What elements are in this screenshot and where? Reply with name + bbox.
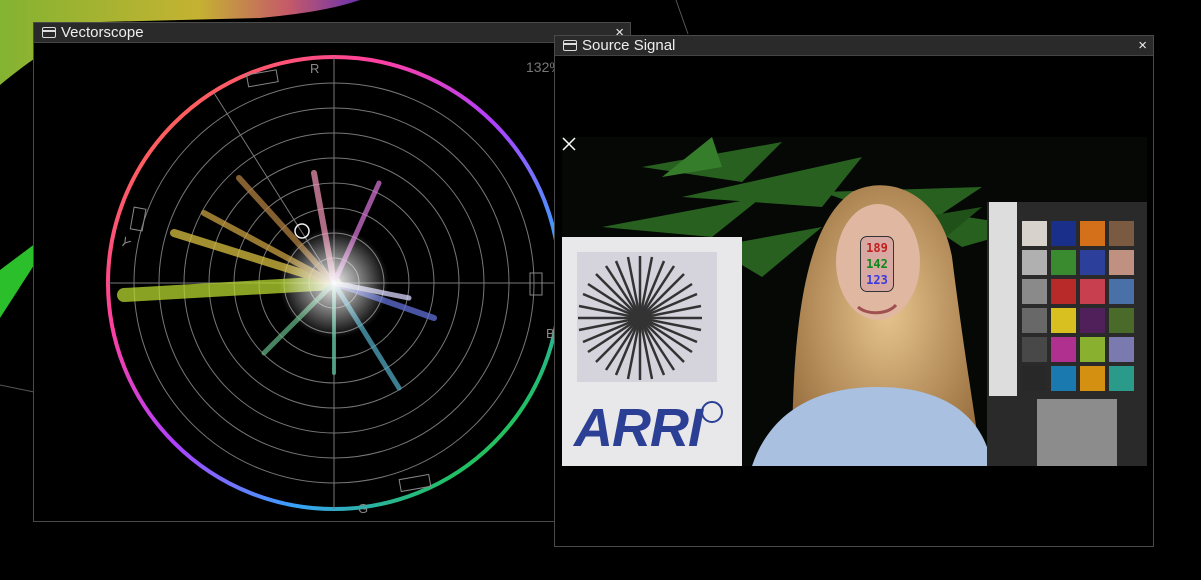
crosshair-icon[interactable]	[562, 137, 576, 151]
vectorscope-window[interactable]: Vectorscope × 132% R Y B G	[33, 22, 631, 522]
source-signal-close-button[interactable]: ×	[1138, 36, 1147, 55]
pixel-red-value: 189	[866, 241, 888, 255]
vectorscope-titlebar[interactable]: Vectorscope ×	[34, 23, 630, 43]
source-signal-window[interactable]: Source Signal × ARRI 189 142 123	[554, 35, 1154, 547]
source-signal-title: Source Signal	[582, 37, 676, 54]
window-icon	[42, 27, 56, 38]
pixel-green-value: 142	[866, 257, 888, 271]
source-signal-titlebar[interactable]: Source Signal ×	[555, 36, 1153, 56]
window-icon	[563, 40, 577, 51]
target-label-r: R	[310, 61, 320, 76]
target-label-g: G	[358, 501, 369, 516]
vectorscope-graticule	[106, 55, 562, 511]
source-video-frame[interactable]: ARRI 189 142 123	[562, 137, 1147, 466]
arri-logo: ARRI	[574, 398, 703, 458]
pixel-value-readout: 189 142 123	[860, 236, 894, 292]
pixel-blue-value: 123	[866, 273, 888, 287]
vectorscope-title: Vectorscope	[61, 24, 144, 41]
